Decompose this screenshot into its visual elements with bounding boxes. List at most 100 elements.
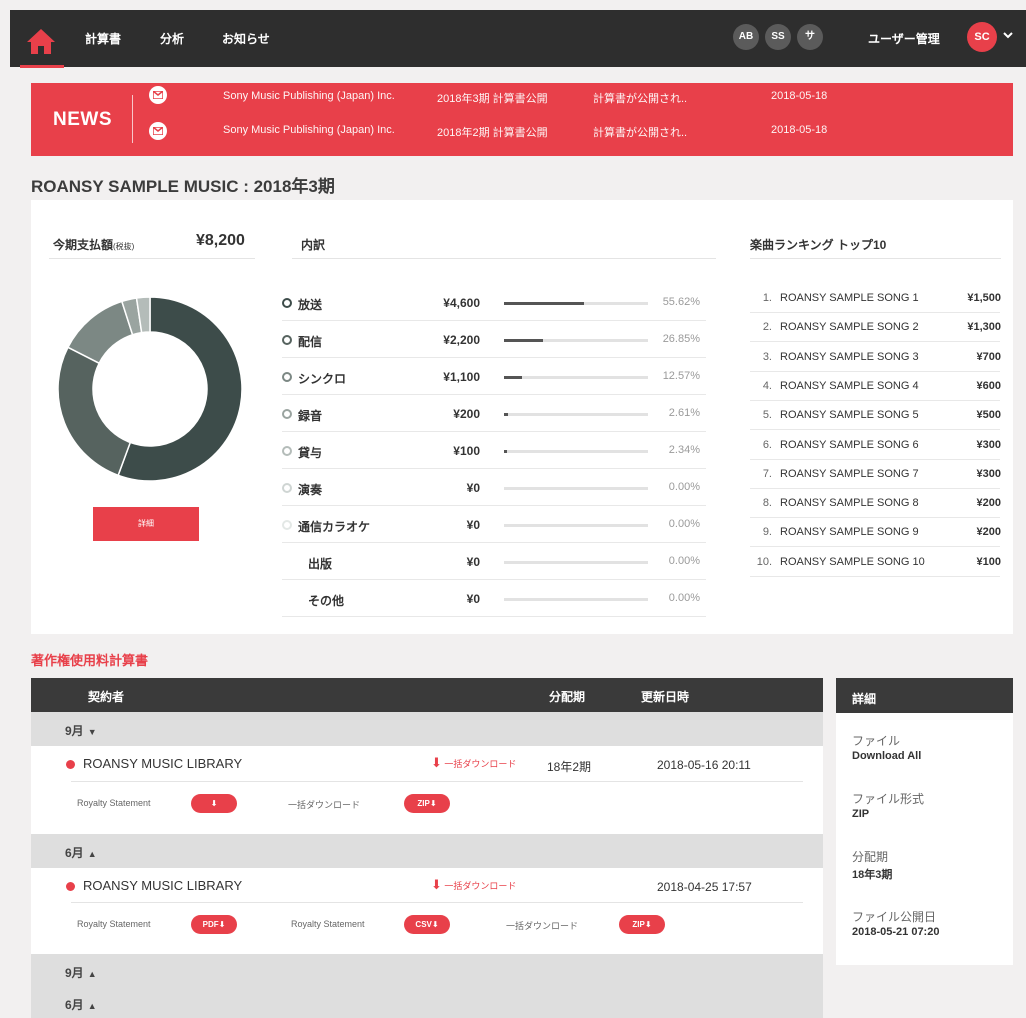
detail-value: 2018-05-21 07:20 bbox=[852, 926, 940, 938]
zip-download-button[interactable]: ZIP⬇ bbox=[619, 915, 665, 934]
breakdown-percent: 0.00% bbox=[668, 592, 700, 604]
pdf-download-button[interactable]: PDF⬇ bbox=[191, 915, 237, 934]
bulk-download-link[interactable]: ⬇ 一括ダウンロード bbox=[431, 877, 516, 893]
group-row[interactable]: 9月 ▼ bbox=[31, 712, 823, 746]
legend-circle-icon bbox=[282, 483, 292, 493]
ranking-number: 10. bbox=[756, 555, 772, 568]
breakdown-name: 貸与 bbox=[298, 446, 323, 460]
detail-value: ZIP bbox=[852, 808, 870, 820]
news-item-message[interactable]: 計算書が公開され.. bbox=[593, 90, 687, 106]
header-period: 分配期 bbox=[549, 690, 586, 704]
breakdown-percent: 12.57% bbox=[662, 370, 700, 382]
legend-circle-icon bbox=[282, 298, 292, 308]
bulk-download-link[interactable]: ⬇ 一括ダウンロード bbox=[431, 755, 516, 771]
breakdown-bar bbox=[504, 487, 648, 490]
details-title: 詳細 bbox=[852, 692, 877, 706]
ranking-row[interactable]: 8. ROANSY SAMPLE SONG 8 ¥200 bbox=[750, 489, 1001, 519]
group-label[interactable]: 9月 ▲ bbox=[65, 964, 97, 981]
download-icon: ⬇ bbox=[210, 799, 218, 808]
breakdown-percent: 0.00% bbox=[668, 518, 700, 530]
detail-label: ファイル公開日 bbox=[852, 910, 937, 924]
status-dot bbox=[66, 882, 75, 891]
news-item-event[interactable]: 2018年3期 計算書公開 bbox=[437, 90, 548, 106]
ranking-row[interactable]: 6. ROANSY SAMPLE SONG 6 ¥300 bbox=[750, 431, 1001, 460]
ranking-song-name: ROANSY SAMPLE SONG 5 bbox=[780, 409, 919, 422]
chevron-up-icon: ▲ bbox=[87, 849, 97, 859]
user-management-link[interactable]: ユーザー管理 bbox=[868, 30, 940, 47]
ranking-row[interactable]: 10. ROANSY SAMPLE SONG 10 ¥100 bbox=[750, 548, 1001, 577]
group-row[interactable]: 6月 ▲ bbox=[31, 834, 823, 868]
mail-icon bbox=[149, 86, 167, 104]
user-avatar[interactable]: SC bbox=[967, 22, 997, 52]
breakdown-bar bbox=[504, 598, 648, 601]
group-row[interactable]: 9月 ▲ bbox=[31, 954, 823, 988]
group-label[interactable]: 6月 ▲ bbox=[65, 996, 97, 1013]
nav-item-notices[interactable]: お知らせ bbox=[222, 30, 270, 47]
ranking-row[interactable]: 7. ROANSY SAMPLE SONG 7 ¥300 bbox=[750, 460, 1001, 489]
ranking-row[interactable]: 1. ROANSY SAMPLE SONG 1 ¥1,500 bbox=[750, 284, 1001, 313]
ranking-row[interactable]: 4. ROANSY SAMPLE SONG 4 ¥600 bbox=[750, 372, 1001, 401]
ranking-number: 4. bbox=[762, 379, 772, 392]
ranking-row[interactable]: 9. ROANSY SAMPLE SONG 9 ¥200 bbox=[750, 518, 1001, 548]
nav-item-statements[interactable]: 計算書 bbox=[85, 30, 121, 47]
statements-title: 著作権使用料計算書 bbox=[31, 653, 149, 668]
group-label[interactable]: 6月 ▲ bbox=[65, 844, 97, 861]
group-label[interactable]: 9月 ▼ bbox=[65, 722, 97, 739]
divider bbox=[71, 902, 803, 903]
entry-name[interactable]: ROANSY MUSIC LIBRARY bbox=[83, 756, 242, 771]
zip-download-button[interactable]: ZIP⬇ bbox=[404, 794, 450, 813]
ranking-number: 7. bbox=[762, 467, 772, 480]
breakdown-amount: ¥0 bbox=[466, 555, 480, 569]
csv-download-button[interactable]: CSV⬇ bbox=[404, 915, 450, 934]
donut-slice bbox=[57, 346, 132, 477]
royalty-statement-label: Royalty Statement bbox=[77, 798, 151, 808]
divider bbox=[49, 258, 255, 259]
download-button[interactable]: ⬇ bbox=[191, 794, 237, 813]
nav-item-analysis[interactable]: 分析 bbox=[160, 30, 184, 47]
divider bbox=[750, 258, 1001, 259]
ranking-row[interactable]: 3. ROANSY SAMPLE SONG 3 ¥700 bbox=[750, 343, 1001, 372]
news-item-message[interactable]: 計算書が公開され.. bbox=[593, 124, 687, 140]
breakdown-row: シンクロ ¥1,100 12.57% bbox=[282, 358, 712, 395]
chevron-up-icon: ▲ bbox=[87, 1001, 97, 1011]
detail-button[interactable]: 詳細 bbox=[93, 507, 199, 541]
breakdown-row: 貸与 ¥100 2.34% bbox=[282, 432, 712, 469]
breakdown-name: 放送 bbox=[298, 298, 323, 312]
home-icon[interactable] bbox=[24, 24, 58, 58]
ranking-amount: ¥200 bbox=[976, 497, 1001, 510]
breakdown-amount: ¥100 bbox=[453, 444, 480, 458]
avatar-ab[interactable]: AB bbox=[733, 24, 759, 50]
breakdown-bar bbox=[504, 413, 648, 416]
news-divider bbox=[132, 95, 133, 143]
breakdown-name: その他 bbox=[308, 594, 345, 608]
breakdown-name: シンクロ bbox=[298, 372, 347, 386]
news-item-publisher[interactable]: Sony Music Publishing (Japan) Inc. bbox=[223, 90, 395, 102]
chevron-down-icon[interactable] bbox=[1003, 30, 1013, 42]
entry-name[interactable]: ROANSY MUSIC LIBRARY bbox=[83, 878, 242, 893]
ranking-song-name: ROANSY SAMPLE SONG 4 bbox=[780, 379, 919, 392]
details-panel: 詳細 ファイル Download All ファイル形式 ZIP 分配期 18年3… bbox=[836, 678, 1013, 965]
detail-label: 分配期 bbox=[852, 850, 889, 864]
ranking-number: 1. bbox=[762, 292, 772, 304]
ranking-song-name: ROANSY SAMPLE SONG 9 bbox=[780, 526, 919, 539]
ranking-amount: ¥200 bbox=[976, 526, 1001, 539]
ranking-title: 楽曲ランキング トップ10 bbox=[750, 238, 887, 252]
chevron-down-icon: ▼ bbox=[87, 727, 97, 737]
news-item-event[interactable]: 2018年2期 計算書公開 bbox=[437, 124, 548, 140]
breakdown-name: 演奏 bbox=[298, 483, 323, 497]
avatar-ss[interactable]: SS bbox=[765, 24, 791, 50]
breakdown-amount: ¥2,200 bbox=[443, 333, 480, 347]
news-item-publisher[interactable]: Sony Music Publishing (Japan) Inc. bbox=[223, 124, 395, 136]
avatar-sa[interactable]: サ bbox=[797, 24, 823, 50]
ranking-amount: ¥1,500 bbox=[967, 292, 1001, 304]
breakdown-row: 出版 ¥0 0.00% bbox=[282, 543, 712, 580]
divider bbox=[292, 258, 716, 259]
top-nav: 計算書 分析 お知らせ AB SS サ ユーザー管理 SC bbox=[10, 10, 1026, 68]
ranking-row[interactable]: 2. ROANSY SAMPLE SONG 2 ¥1,300 bbox=[750, 313, 1001, 343]
ranking-amount: ¥1,300 bbox=[967, 321, 1001, 334]
group-row[interactable]: 6月 ▲ bbox=[31, 988, 823, 1018]
legend-circle-icon bbox=[282, 335, 292, 345]
ranking-row[interactable]: 5. ROANSY SAMPLE SONG 5 ¥500 bbox=[750, 401, 1001, 431]
breakdown-row: 配信 ¥2,200 26.85% bbox=[282, 321, 712, 358]
table-header: 契約者 分配期 更新日時 bbox=[31, 678, 823, 712]
